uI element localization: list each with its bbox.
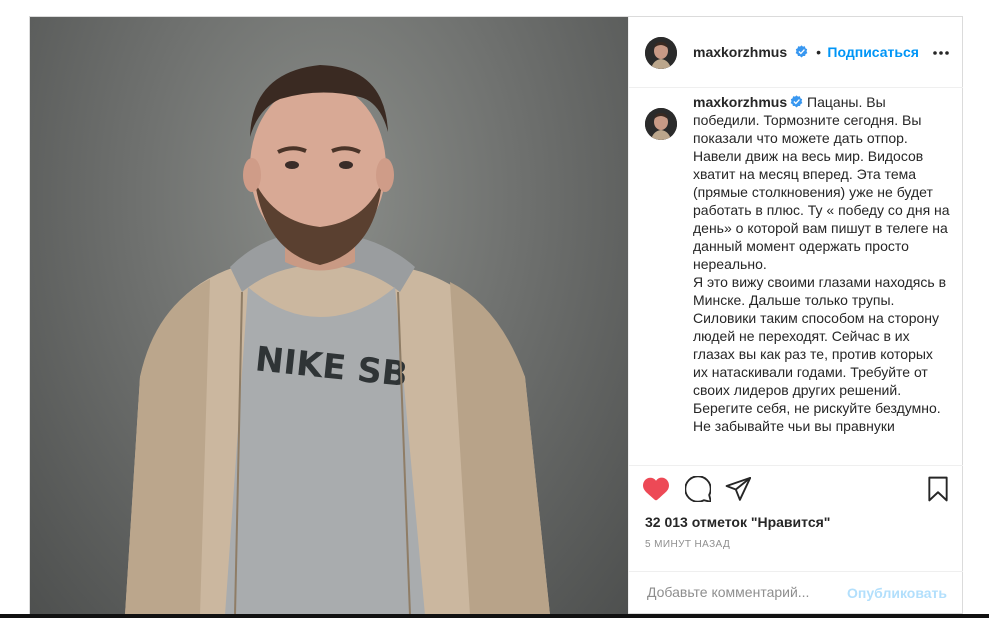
caption-area[interactable]: maxkorzhmus Пацаны. Вы победили. Тормозн… — [629, 88, 963, 465]
caption-username[interactable]: maxkorzhmus — [693, 94, 787, 110]
header-separator: • — [816, 44, 821, 60]
more-icon[interactable] — [931, 43, 951, 63]
follow-button[interactable]: Подписаться — [827, 44, 919, 60]
comment-input[interactable] — [645, 583, 849, 601]
username-link[interactable]: maxkorzhmus — [693, 44, 787, 60]
post-header: maxkorzhmus • Подписаться — [629, 17, 963, 88]
share-icon[interactable] — [725, 476, 751, 502]
post-timestamp[interactable]: 5 МИНУТ НАЗАД — [645, 539, 730, 550]
avatar-image — [645, 108, 677, 140]
post-side-panel: maxkorzhmus • Подписаться maxkorzhmus Па… — [628, 17, 963, 613]
post-container: NIKE SB maxkorzhmus • Подписаться maxkor… — [29, 16, 963, 615]
header-title-row: maxkorzhmus • Подписаться — [693, 44, 919, 62]
comment-icon[interactable] — [685, 476, 711, 502]
verified-badge-icon — [795, 45, 807, 58]
post-photo[interactable]: NIKE SB — [30, 17, 628, 615]
comment-form: Опубликовать — [629, 571, 963, 616]
avatar-image — [645, 37, 677, 69]
heart-icon[interactable] — [643, 476, 669, 502]
person-photo-illustration: NIKE SB — [125, 65, 550, 615]
actions-section: 32 013 отметок "Нравится" 5 МИНУТ НАЗАД … — [629, 465, 963, 615]
verified-badge-icon — [790, 95, 803, 108]
caption-text: maxkorzhmus Пацаны. Вы победили. Тормозн… — [693, 93, 951, 435]
caption-body: Пацаны. Вы победили. Тормозните сегодня.… — [693, 94, 950, 434]
publish-button[interactable]: Опубликовать — [847, 585, 947, 601]
avatar[interactable] — [645, 37, 677, 69]
caption-avatar[interactable] — [645, 108, 677, 140]
likes-count[interactable]: 32 013 отметок "Нравится" — [645, 514, 830, 530]
window-bottom-edge — [0, 614, 989, 618]
bookmark-icon[interactable] — [925, 476, 951, 502]
